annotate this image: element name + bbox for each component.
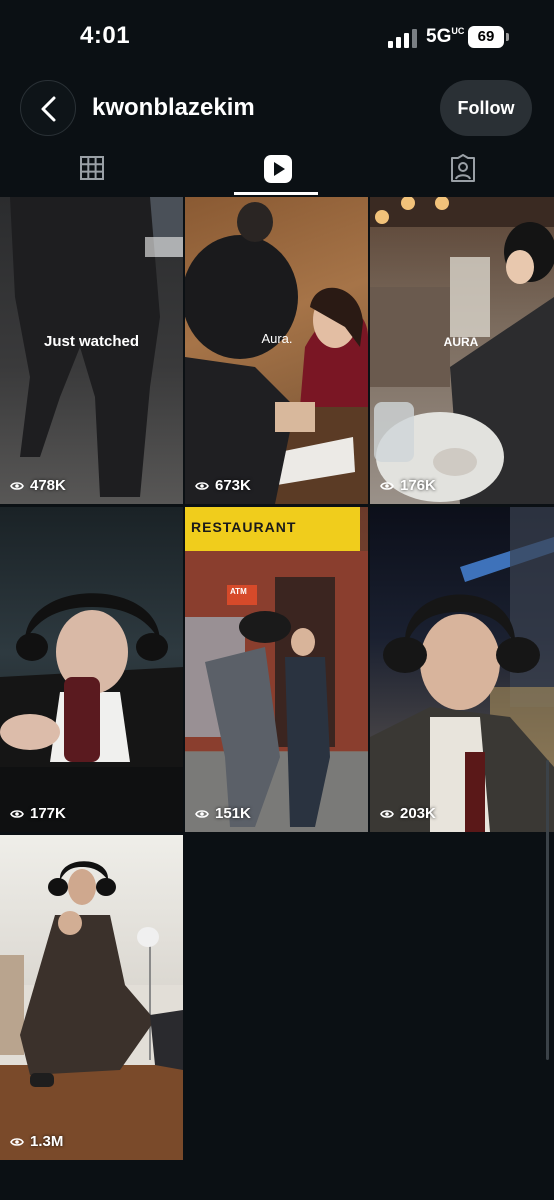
reel-thumbnail[interactable]: AURA 176K [370, 197, 554, 504]
eye-icon [380, 809, 394, 818]
just-watched-label: Just watched [43, 333, 140, 350]
reel-thumbnail[interactable]: 177K [0, 507, 183, 832]
status-bar: 4:01 5GUC 69 [0, 0, 554, 70]
grid-icon [80, 156, 104, 180]
reel-thumbnail[interactable]: 1.3M [0, 835, 183, 1160]
view-count: 1.3M [10, 1133, 63, 1150]
tab-tagged[interactable] [370, 146, 554, 194]
reel-caption: AURA [443, 335, 479, 349]
network-indicator: 5GUC [426, 26, 465, 47]
status-time: 4:01 [80, 22, 131, 49]
eye-icon [10, 1137, 24, 1146]
eye-icon [380, 481, 394, 490]
atm-sign-text: ATM [230, 587, 247, 596]
profile-tabs [0, 146, 554, 196]
eye-icon [10, 809, 24, 818]
eye-icon [195, 481, 209, 490]
active-tab-indicator [234, 192, 318, 195]
reel-image [185, 202, 368, 504]
chevron-left-icon [41, 96, 56, 122]
view-count: 203K [380, 805, 436, 822]
view-count: 151K [195, 805, 251, 822]
tab-grid[interactable] [0, 146, 184, 194]
reel-image [0, 593, 183, 832]
reel-thumbnail[interactable]: Just watched 478K [0, 197, 183, 504]
reels-play-icon [264, 155, 292, 183]
reel-image [10, 197, 183, 497]
reel-thumbnail[interactable]: 203K [370, 507, 554, 832]
tagged-person-icon [451, 154, 475, 182]
view-count: 176K [380, 477, 436, 494]
back-button[interactable] [20, 80, 76, 136]
reel-image [370, 507, 554, 832]
scrollbar[interactable] [546, 760, 549, 1060]
reel-thumbnail[interactable]: Aura. 673K [185, 197, 368, 504]
follow-button[interactable]: Follow [440, 80, 532, 136]
eye-icon [10, 481, 24, 490]
battery-level: 69 [468, 26, 504, 48]
tab-reels[interactable] [185, 146, 369, 194]
profile-header: kwonblazekim Follow [0, 76, 554, 142]
profile-username: kwonblazekim [92, 94, 255, 121]
view-count: 478K [10, 477, 66, 494]
reel-thumbnail[interactable]: RESTAURANT ATM 151K [185, 507, 368, 832]
eye-icon [195, 809, 209, 818]
reel-image [370, 197, 554, 504]
view-count: 177K [10, 805, 66, 822]
restaurant-sign-text: RESTAURANT [191, 519, 297, 535]
signal-icon [388, 29, 417, 48]
reel-image [185, 507, 368, 832]
reel-caption: Aura. [261, 331, 293, 346]
view-count: 673K [195, 477, 251, 494]
battery-icon: 69 [468, 26, 510, 48]
reel-image [0, 861, 183, 1160]
